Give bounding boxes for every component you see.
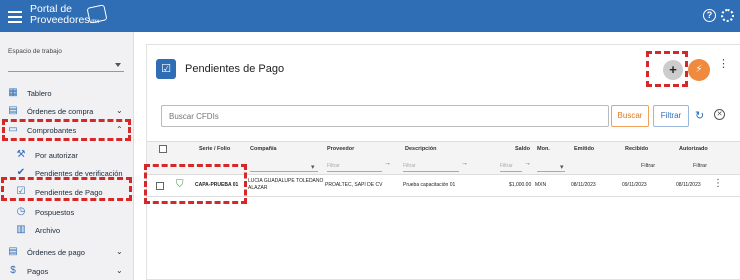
filter-proveedor[interactable]: Filtrar (327, 163, 382, 172)
cell-proveedor: PROALTEC, SAPI DE CV (325, 182, 383, 188)
sidebar-item-pospuestos[interactable]: ◷ Pospuestos (0, 203, 134, 221)
chevron-down-icon: ⌄ (116, 247, 123, 256)
sidebar-item-label: Tablero (27, 89, 52, 98)
sidebar-item-ordenes-pago[interactable]: ▤ Órdenes de pago ⌄ (0, 243, 134, 261)
help-icon[interactable]: ? (703, 9, 716, 22)
workspace-select[interactable] (8, 58, 124, 72)
settings-icon[interactable] (721, 9, 734, 22)
sidebar-item-ordenes-compra[interactable]: ▤ Órdenes de compra ⌄ (0, 102, 134, 120)
col-emitido[interactable]: Emitido (574, 146, 594, 152)
refresh-icon[interactable]: ↻ (695, 109, 704, 122)
col-proveedor[interactable]: Proveedor (327, 146, 354, 152)
clear-icon[interactable]: ✕ (714, 109, 725, 120)
sidebar-item-label: Órdenes de pago (27, 248, 85, 257)
cell-recibido: 09/11/2023 (622, 182, 647, 188)
col-descripcion[interactable]: Descripción (405, 146, 436, 152)
sidebar-item-label: Pagos (27, 267, 49, 276)
col-saldo[interactable]: Saldo (515, 146, 530, 152)
sidebar-item-tablero[interactable]: ▦ Tablero (0, 84, 134, 102)
filter-recibido[interactable]: Filtrar (641, 163, 655, 169)
col-serie-folio[interactable]: Serie / Folio (199, 146, 230, 152)
caret-down-icon: ▾ (560, 164, 564, 171)
arrow-right-icon[interactable]: → (524, 160, 531, 167)
logo-badge-icon (86, 4, 108, 24)
filter-descripcion[interactable]: Filtrar (403, 163, 459, 172)
search-button[interactable]: Buscar (611, 105, 649, 127)
filter-saldo[interactable]: Filtrar (500, 163, 522, 172)
logo-line-2: Proveedores (30, 14, 90, 26)
col-compania[interactable]: Compañía (250, 146, 277, 152)
pending-payment-icon: ☑ (156, 59, 176, 79)
sidebar: Espacio de trabajo ▦ Tablero ▤ Órdenes d… (0, 32, 134, 280)
cell-autorizado: 08/11/2023 (676, 182, 701, 188)
page-title: Pendientes de Pago (185, 63, 285, 75)
filter-button[interactable]: Filtrar (653, 105, 689, 127)
chevron-down-icon: ⌄ (116, 266, 123, 275)
filter-compania[interactable] (250, 163, 318, 172)
sidebar-item-label: Archivo (35, 226, 61, 235)
cell-emitido: 08/11/2023 (571, 182, 596, 188)
sidebar-item-por-autorizar[interactable]: ⚒ Por autorizar (0, 146, 134, 164)
cell-moneda: MXN (535, 182, 547, 188)
highlight-comprobantes (2, 119, 131, 141)
workspace-label: Espacio de trabajo (8, 48, 62, 55)
sidebar-item-archivo[interactable]: ▥ Archivo (0, 221, 134, 239)
highlight-add-button (646, 51, 688, 87)
archive-icon: ▥ (16, 224, 26, 235)
more-options-icon[interactable]: ⋮ (718, 59, 729, 70)
row-more-icon[interactable]: ⋮ (713, 178, 723, 189)
sidebar-item-pagos[interactable]: $ Pagos ⌄ (0, 262, 134, 280)
flash-button[interactable]: ⚡ (688, 59, 710, 81)
clock-icon: ◷ (16, 206, 26, 217)
col-autorizado[interactable]: Autorizado (679, 146, 708, 152)
gavel-icon: ⚒ (16, 149, 26, 160)
highlight-first-row (144, 164, 247, 204)
sidebar-item-label: Por autorizar (35, 151, 78, 160)
arrow-right-icon[interactable]: → (461, 160, 468, 167)
select-all-checkbox[interactable] (159, 145, 167, 153)
dashboard-icon: ▦ (8, 87, 18, 98)
col-recibido[interactable]: Recibido (625, 146, 648, 152)
filter-autorizado[interactable]: Filtrar (693, 163, 707, 169)
cell-saldo: $1,000.00 (509, 182, 532, 188)
arrow-right-icon[interactable]: → (384, 160, 391, 167)
chevron-down-icon: ⌄ (116, 106, 123, 115)
payment-orders-icon: ▤ (8, 246, 18, 257)
sidebar-item-label: Pospuestos (35, 208, 75, 217)
col-moneda[interactable]: Mon. (537, 146, 550, 152)
purchase-orders-icon: ▤ (8, 105, 18, 116)
top-bar: Portal de Proveedores.mx ? (0, 0, 740, 32)
highlight-pendientes-pago (1, 177, 132, 201)
caret-down-icon: ▾ (311, 164, 315, 171)
cell-descripcion: Prueba capacitación 01 (403, 182, 456, 188)
menu-icon[interactable] (6, 8, 24, 24)
cell-compania: LUCIA GUADALUPE TOLEDANO ALAZAR (248, 178, 324, 191)
sidebar-item-label: Órdenes de compra (27, 107, 94, 116)
search-input[interactable] (161, 105, 609, 127)
payments-icon: $ (10, 265, 16, 276)
caret-down-icon (115, 63, 121, 67)
